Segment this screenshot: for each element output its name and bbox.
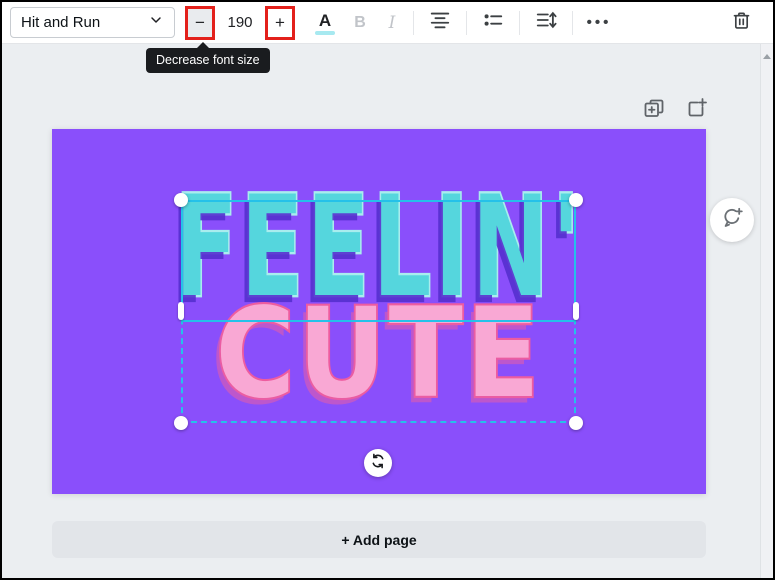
italic-button[interactable]: I [377,13,407,33]
rotate-handle[interactable] [364,449,392,477]
bold-button[interactable]: B [343,14,377,32]
text-color-swatch [315,30,335,35]
font-family-selector[interactable]: Hit and Run [10,7,175,38]
tooltip-arrow [196,42,210,49]
add-page-icon [684,97,708,126]
design-page[interactable]: FEELIN' CUTE [52,129,706,494]
font-size-value[interactable]: 190 [215,14,265,31]
list-icon [482,9,504,36]
highlight-box-decrease: − [185,5,215,40]
text-toolbar: Hit and Run − 190 + A B I ••• [2,2,773,44]
resize-handle-top-right[interactable] [569,193,583,207]
toolbar-divider [413,10,414,35]
text-color-label: A [318,10,332,30]
resize-handle-bottom-left[interactable] [174,416,188,430]
duplicate-page-button[interactable] [639,96,669,126]
tooltip-text: Decrease font size [156,53,260,67]
toolbar-divider [572,10,573,35]
editor-window: Hit and Run − 190 + A B I ••• Decrease f… [0,0,775,580]
more-options-button[interactable]: ••• [579,7,619,39]
scrollbar[interactable] [760,44,773,578]
comment-plus-icon [720,206,744,235]
add-page-icon-button[interactable] [681,96,711,126]
text-align-button[interactable] [420,7,460,39]
decrease-font-size-button[interactable]: − [188,8,212,37]
resize-handle-top-left[interactable] [174,193,188,207]
resize-handle-bottom-right[interactable] [569,416,583,430]
resize-handle-right[interactable] [573,302,579,320]
toolbar-divider [466,10,467,35]
increase-font-size-button[interactable]: + [268,8,292,37]
delete-button[interactable] [721,7,761,39]
tooltip: Decrease font size [146,42,270,73]
scroll-up-arrow-icon[interactable] [763,54,771,59]
align-center-icon [429,9,451,36]
font-family-value: Hit and Run [21,14,101,31]
rotate-icon [370,453,386,474]
resize-handle-left[interactable] [178,302,184,320]
text-color-button[interactable]: A [307,11,343,35]
bullet-list-button[interactable] [473,7,513,39]
chevron-down-icon [148,12,164,33]
add-page-button[interactable]: + Add page [52,521,706,558]
duplicate-page-icon [642,97,666,126]
page-actions [639,96,711,126]
toolbar-divider [519,10,520,35]
highlight-box-increase: + [265,5,295,40]
trash-icon [731,10,752,36]
add-comment-button[interactable] [710,198,754,242]
line-spacing-icon [535,9,557,36]
line-spacing-button[interactable] [526,7,566,39]
text-element-line2[interactable]: CUTE [214,289,542,417]
